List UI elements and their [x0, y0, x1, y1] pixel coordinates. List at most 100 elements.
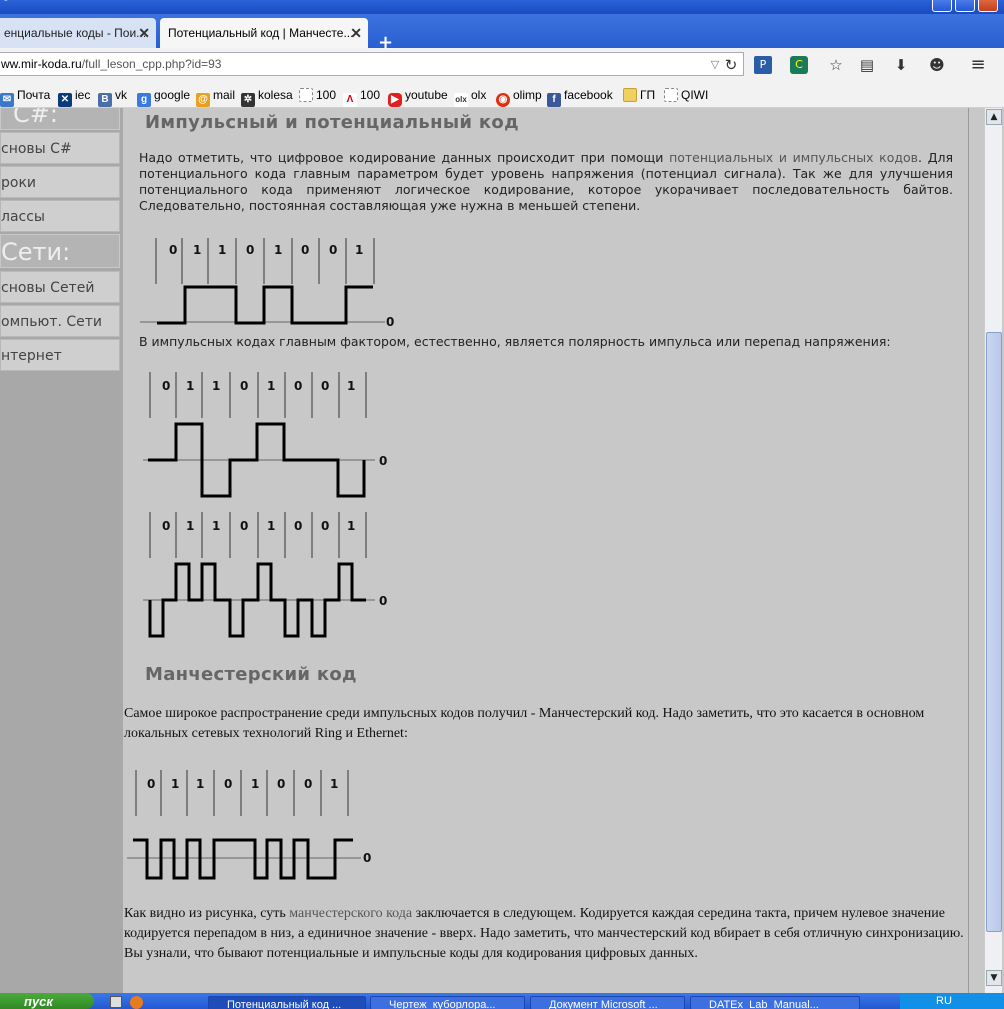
url-path: /full_leson_cpp.php?id=93 — [81, 57, 222, 71]
bit-label: 0 — [294, 519, 302, 533]
extension-p-icon[interactable]: P — [754, 56, 772, 74]
bipolar-code-diagram: 0 1 1 0 1 0 0 1 0 — [143, 372, 387, 498]
tab-manchester-code[interactable]: Потенциальный код | Манчесте... ✕ — [160, 18, 368, 48]
sidebar-item[interactable]: нтернет — [0, 339, 120, 371]
bookmark-item[interactable]: QIWI — [664, 88, 708, 102]
return-to-zero-diagram: 0 1 1 0 1 0 0 1 0 — [143, 512, 387, 638]
bit-label: 0 — [169, 243, 177, 257]
paragraph-impulse: В импульсных кодах главным фактором, ест… — [139, 334, 891, 349]
wheel-icon: ✲ — [241, 93, 255, 107]
zero-level-label: 0 — [363, 851, 371, 865]
tab-potential-codes[interactable]: енциальные коды - Пои... ✕ — [0, 18, 156, 48]
taskbar-item[interactable]: Чертеж_куборлора... — [370, 996, 525, 1009]
bit-label: 0 — [277, 777, 285, 791]
zero-level-label: 0 — [379, 454, 387, 468]
paragraph-manchester-summary: Как видно из рисунка, суть манчестерског… — [124, 906, 964, 961]
bit-label: 0 — [162, 379, 170, 393]
bookmark-item[interactable]: ▶ youtube — [388, 88, 448, 107]
heading-impulse-potential: Импульсный и потенциальный код — [145, 112, 519, 133]
taskbar: пуск Потенциальный код ... Чертеж_куборл… — [0, 993, 1004, 1009]
window-titlebar: - — [0, 0, 1004, 14]
sidebar-item[interactable]: омпьют. Сети — [0, 305, 120, 337]
bit-label: 1 — [274, 243, 282, 257]
bit-label: 0 — [240, 379, 248, 393]
bookmark-item[interactable]: ◉ olimp — [496, 88, 542, 107]
maximize-button[interactable] — [955, 0, 975, 12]
sidebar-item[interactable]: сновы С# — [0, 132, 120, 164]
bookmark-item[interactable]: ✕ iec — [58, 88, 90, 107]
sidebar-heading-csharp: С#: — [0, 108, 120, 130]
bit-label: 1 — [212, 379, 220, 393]
menu-icon[interactable]: ≡ — [969, 56, 987, 74]
bit-label: 0 — [321, 519, 329, 533]
bit-label: 0 — [304, 777, 312, 791]
sidebar: С#: сновы С# роки лассы Сети: сновы Сете… — [0, 108, 123, 993]
page-icon — [664, 88, 678, 102]
youtube-icon: ▶ — [388, 93, 402, 107]
taskbar-item[interactable]: Потенциальный код ... — [208, 996, 366, 1009]
mail-icon: ✉ — [0, 93, 14, 107]
bit-label: 1 — [355, 243, 363, 257]
bookmark-item[interactable]: ГП — [623, 88, 655, 102]
bit-label: 0 — [147, 777, 155, 791]
navigation-bar: ww.mir-koda.ru/full_leson_cpp.php?id=93 … — [0, 48, 1004, 82]
bookmark-item[interactable]: 100 — [299, 88, 336, 102]
scroll-down-arrow-icon[interactable]: ▼ — [986, 970, 1002, 986]
olimp-icon: ◉ — [496, 93, 510, 107]
reading-list-icon[interactable]: ▤ — [858, 56, 876, 74]
facebook-icon: f — [547, 93, 561, 107]
url-host: ww.mir-koda.ru — [1, 57, 82, 71]
scrollbar-thumb[interactable] — [986, 332, 1002, 932]
bit-label: 1 — [347, 519, 355, 533]
bookmark-item[interactable]: Λ 100 — [343, 88, 380, 107]
vk-icon: В — [98, 93, 112, 107]
bit-label: 1 — [171, 777, 179, 791]
olx-icon: olx — [454, 93, 468, 107]
address-bar[interactable]: ww.mir-koda.ru/full_leson_cpp.php?id=93 — [0, 52, 744, 76]
close-window-button[interactable] — [978, 0, 998, 12]
bit-label: 0 — [246, 243, 254, 257]
link-manchester-code[interactable]: манчестерского кода — [289, 906, 412, 921]
bookmark-item[interactable]: ✉ Почта — [0, 88, 50, 107]
taskbar-item[interactable]: DATEx_Lab_Manual... — [690, 996, 860, 1009]
download-icon[interactable]: ⬇ — [892, 56, 910, 74]
bookmark-item[interactable]: f facebook — [547, 88, 613, 107]
bookmark-item[interactable]: Вvk — [98, 88, 127, 107]
iec-icon: ✕ — [58, 93, 72, 107]
article: Импульсный и потенциальный код Надо отме… — [123, 108, 969, 993]
bookmark-item[interactable]: g google — [137, 88, 190, 107]
firefox-icon[interactable] — [130, 996, 143, 1009]
smiley-icon[interactable]: ☻ — [928, 56, 946, 74]
scroll-up-arrow-icon[interactable]: ▲ — [986, 109, 1002, 125]
sidebar-item[interactable]: сновы Сетей — [0, 271, 120, 303]
manchester-code-diagram: 0 1 1 0 1 0 0 1 0 — [127, 770, 371, 880]
screen: - енциальные коды - Пои... ✕ Потенциальн… — [0, 0, 1004, 1009]
vertical-scrollbar[interactable]: ▲ ▼ — [984, 108, 1002, 993]
minimize-button[interactable] — [932, 0, 952, 12]
bookmark-star-icon[interactable]: ☆ — [827, 56, 845, 74]
show-desktop-icon[interactable] — [110, 996, 122, 1008]
bit-label: 1 — [193, 243, 201, 257]
start-button[interactable]: пуск — [0, 993, 94, 1009]
bookmark-item[interactable]: olx olx — [454, 88, 486, 107]
bookmark-item[interactable]: @ mail — [196, 88, 235, 107]
sidebar-item[interactable]: лассы — [0, 200, 120, 232]
close-icon[interactable]: ✕ — [350, 25, 362, 42]
extension-c-icon[interactable]: C — [790, 56, 808, 74]
sidebar-heading-networks: Сети: — [0, 234, 120, 268]
page-content: С#: сновы С# роки лассы Сети: сновы Сете… — [0, 108, 1004, 993]
bookmark-item[interactable]: ✲ kolesa — [241, 88, 293, 107]
sidebar-item[interactable]: роки — [0, 166, 120, 198]
bit-label: 0 — [329, 243, 337, 257]
potential-code-diagram: 0 1 1 0 1 0 0 1 0 — [140, 238, 394, 329]
bookmarks-bar: ✉ Почта ✕ iec Вvk g google @ mail ✲ kolesa 10… — [0, 82, 1004, 108]
link-potential-impulse-codes[interactable]: потенциальных и импульсных кодов — [669, 150, 918, 165]
bit-label: 0 — [224, 777, 232, 791]
taskbar-item[interactable]: Документ Microsoft ... — [530, 996, 685, 1009]
bit-label: 0 — [321, 379, 329, 393]
bit-label: 1 — [330, 777, 338, 791]
reload-icon[interactable]: ↻ — [722, 56, 740, 74]
bit-label: 0 — [162, 519, 170, 533]
bit-label: 1 — [267, 379, 275, 393]
close-icon[interactable]: ✕ — [138, 25, 150, 42]
